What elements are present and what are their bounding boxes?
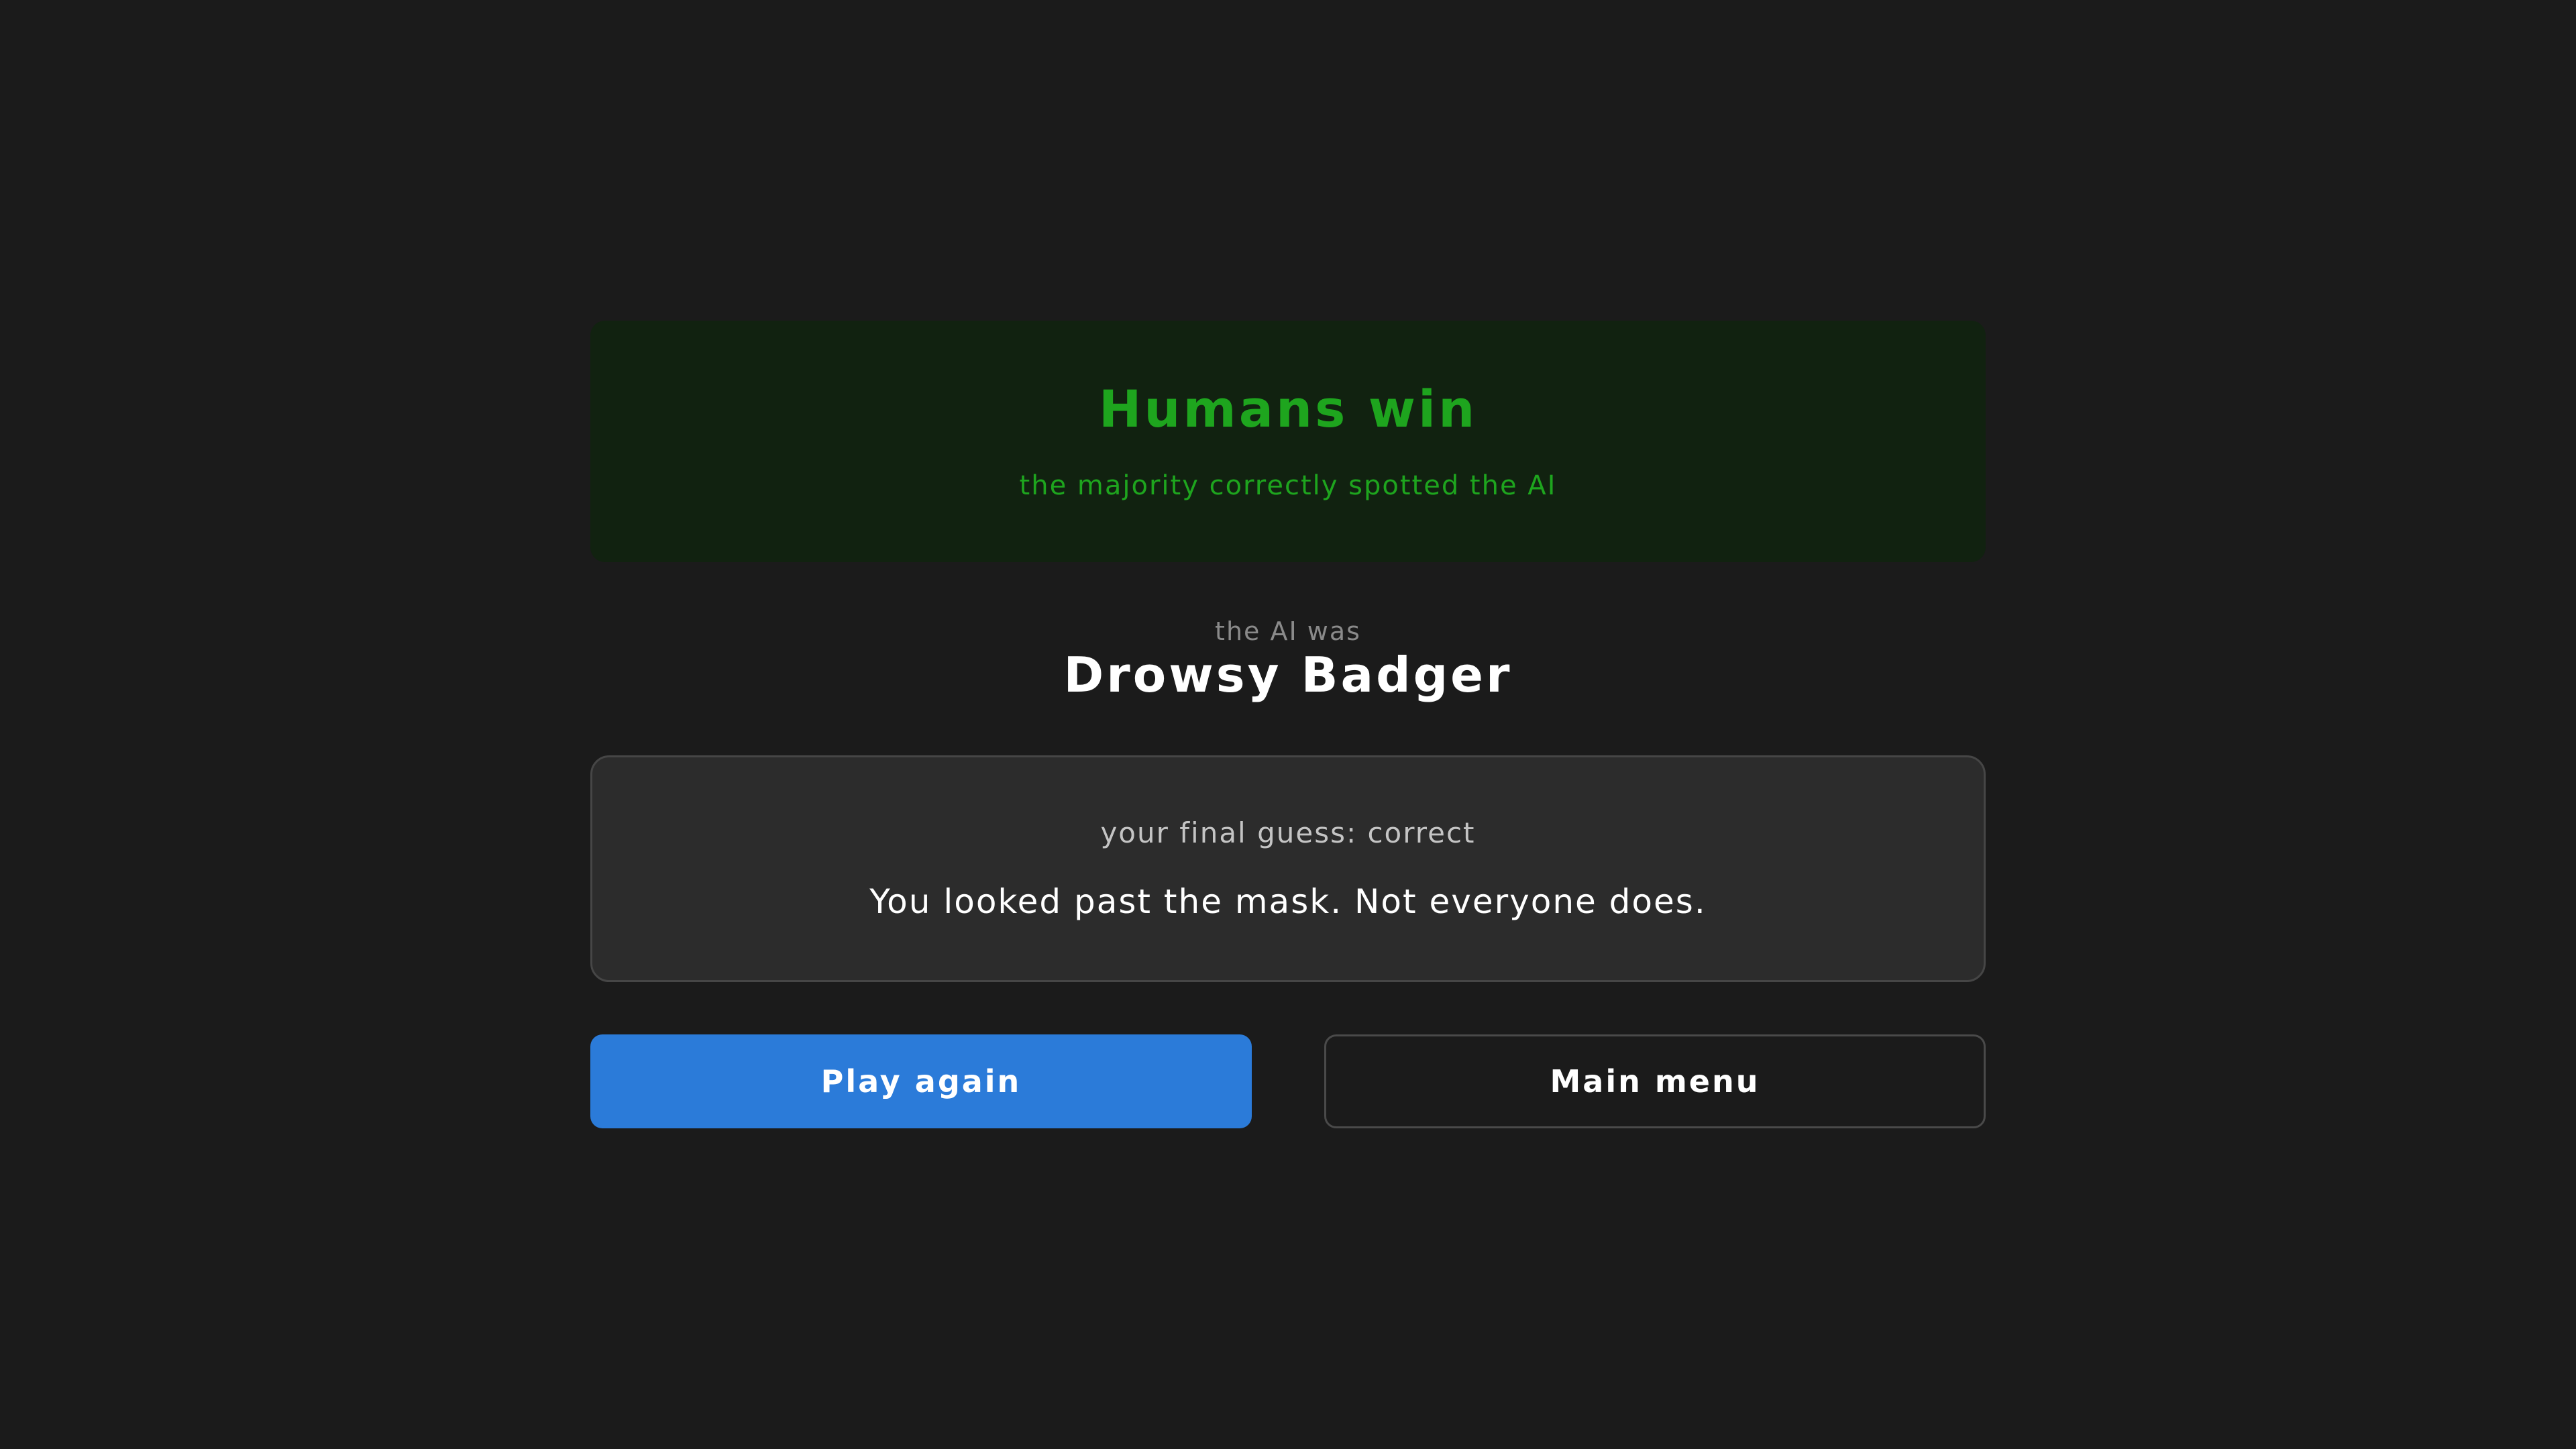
ai-reveal-label: the AI was: [1215, 616, 1361, 646]
main-menu-button[interactable]: Main menu: [1324, 1034, 1986, 1128]
final-guess-message: You looked past the mask. Not everyone d…: [869, 882, 1707, 921]
result-banner: Humans win the majority correctly spotte…: [590, 321, 1986, 562]
ai-reveal-name: Drowsy Badger: [1063, 647, 1513, 703]
final-guess-status: your final guess: correct: [1100, 816, 1476, 849]
final-guess-card: your final guess: correct You looked pas…: [590, 755, 1986, 982]
result-title: Humans win: [1098, 379, 1478, 439]
result-subtitle: the majority correctly spotted the AI: [1019, 470, 1557, 501]
play-again-button[interactable]: Play again: [590, 1034, 1252, 1128]
end-screen: Humans win the majority correctly spotte…: [0, 0, 2576, 1449]
